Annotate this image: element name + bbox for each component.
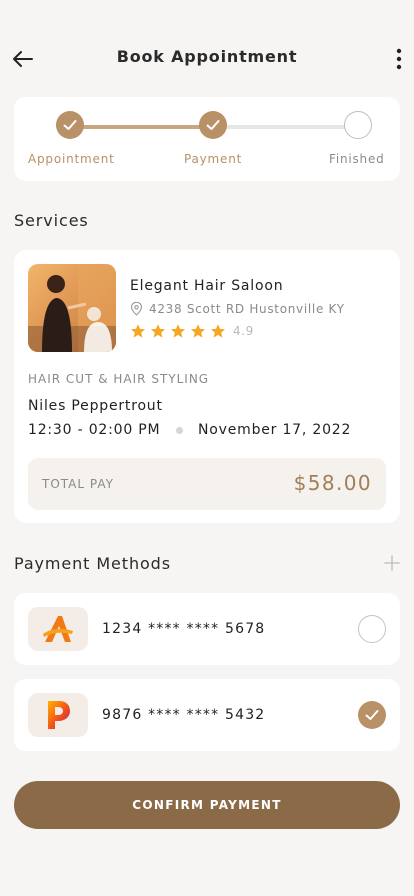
star-icon [171, 324, 185, 338]
rating-value: 4.9 [233, 324, 254, 338]
card-select-radio[interactable] [358, 615, 386, 643]
star-icon [131, 324, 145, 338]
more-vertical-icon[interactable] [394, 46, 404, 72]
rating: 4.9 [130, 323, 254, 339]
payment-method-card[interactable]: 9876 **** **** 5432 [14, 679, 400, 751]
step-finished-indicator [344, 111, 372, 139]
location-pin-icon [130, 302, 143, 316]
appointment-time: 12:30 - 02:00 PM [28, 422, 161, 438]
card-logo [28, 607, 88, 651]
step-label-appointment: Appointment [28, 152, 115, 166]
salon-photo [28, 264, 116, 352]
step-connector-complete [70, 125, 213, 129]
client-name: Niles Peppertrout [28, 398, 163, 414]
step-connector-pending [213, 125, 358, 129]
card-number: 1234 **** **** 5678 [102, 621, 266, 637]
brand-p-logo-icon [48, 701, 70, 729]
star-icon [211, 324, 225, 338]
services-heading: Services [14, 211, 89, 230]
check-icon [206, 120, 220, 130]
salon-name: Elegant Hair Saloon [130, 278, 284, 294]
check-icon [63, 120, 77, 130]
total-pay-label: TOTAL PAY [42, 477, 114, 491]
service-type: HAIR CUT & HAIR STYLING [28, 372, 210, 386]
separator-dot [176, 427, 183, 434]
total-pay-box: TOTAL PAY $58.00 [28, 458, 386, 510]
step-label-finished: Finished [329, 152, 385, 166]
appointment-date: November 17, 2022 [198, 422, 352, 438]
salon-photo-image [28, 264, 116, 352]
card-number: 9876 **** **** 5432 [102, 707, 266, 723]
confirm-payment-button[interactable]: CONFIRM PAYMENT [14, 781, 400, 829]
payment-method-card[interactable]: 1234 **** **** 5678 [14, 593, 400, 665]
check-icon [365, 710, 379, 720]
salon-address: 4238 Scott RD Hustonville KY [130, 302, 345, 316]
step-appointment-indicator [56, 111, 84, 139]
total-pay-amount: $58.00 [293, 471, 372, 495]
progress-stepper: Appointment Payment Finished [14, 97, 400, 181]
salon-address-text: 4238 Scott RD Hustonville KY [149, 302, 345, 316]
star-icon [151, 324, 165, 338]
page-title: Book Appointment [116, 47, 298, 66]
star-icon [191, 324, 205, 338]
card-logo [28, 693, 88, 737]
add-payment-icon[interactable] [384, 555, 400, 571]
step-payment-indicator [199, 111, 227, 139]
step-label-payment: Payment [184, 152, 243, 166]
brand-a-logo-icon [43, 616, 73, 642]
service-card: Elegant Hair Saloon 4238 Scott RD Huston… [14, 250, 400, 523]
payment-methods-heading: Payment Methods [14, 554, 171, 573]
card-select-radio[interactable] [358, 701, 386, 729]
